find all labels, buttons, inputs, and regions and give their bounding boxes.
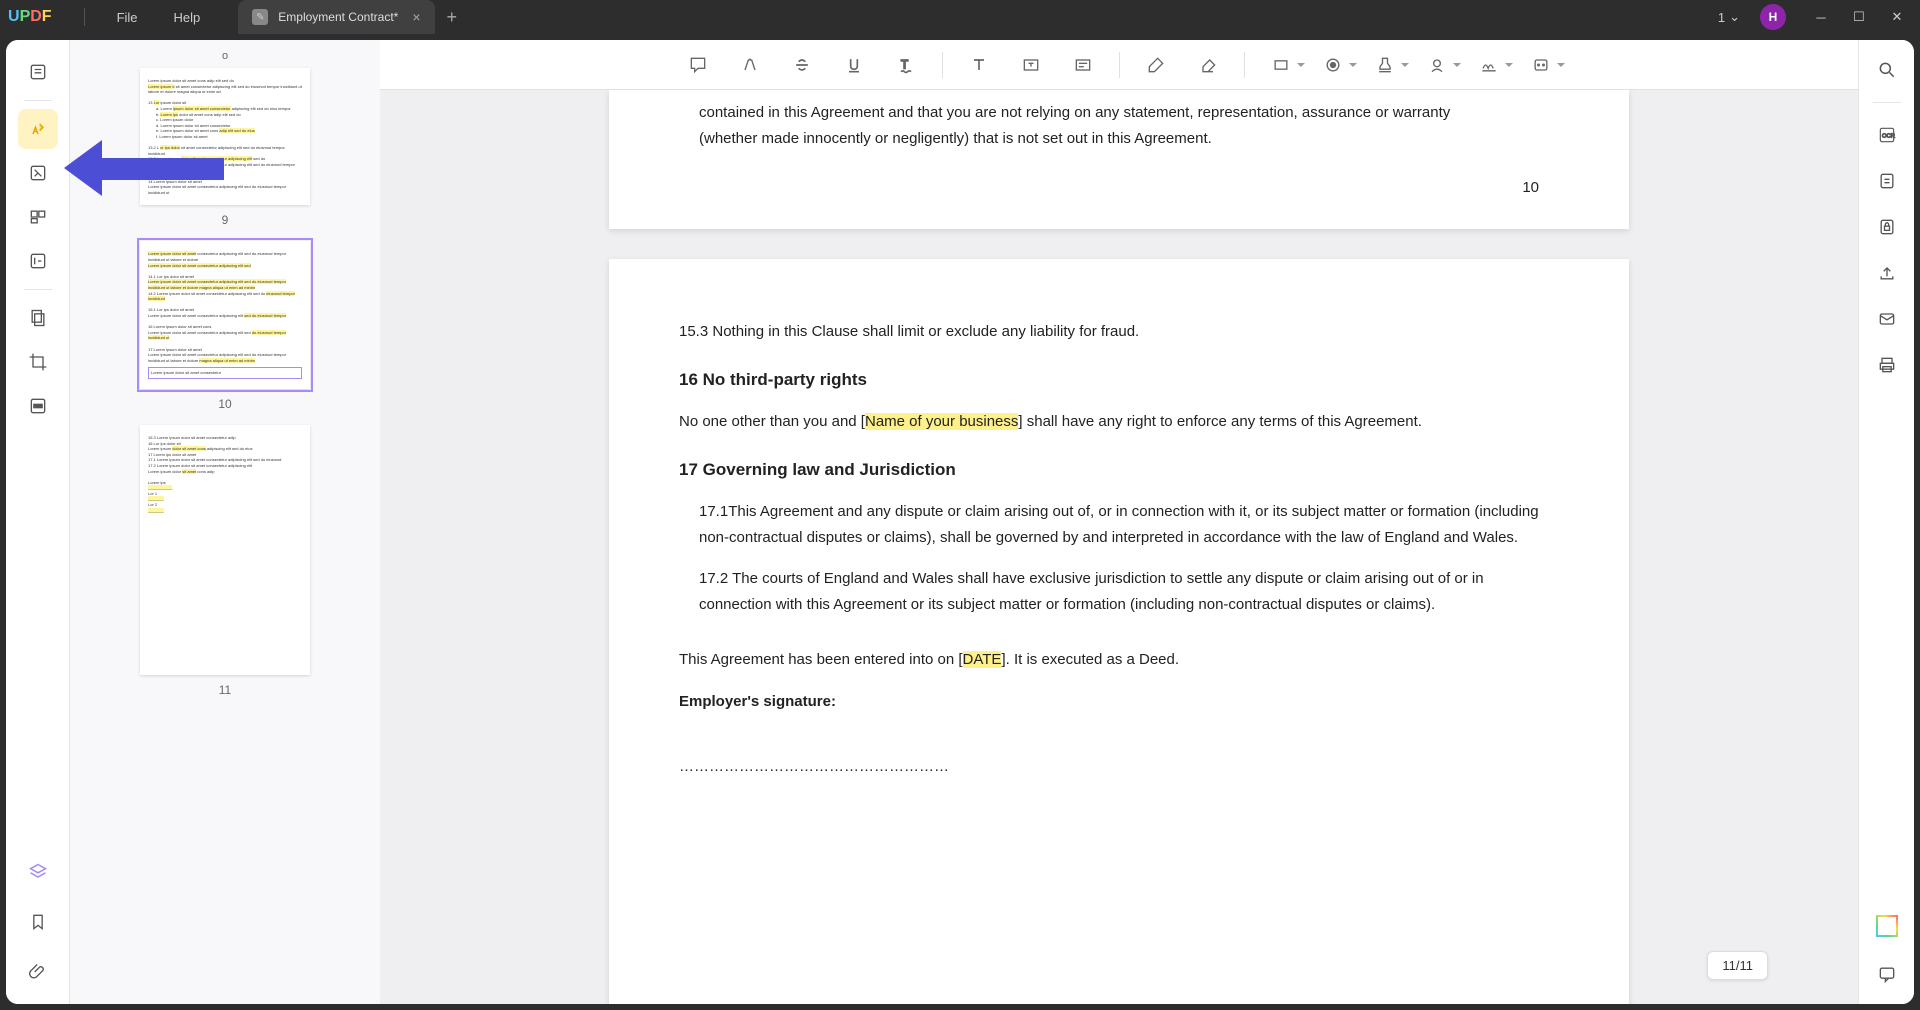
organize-tool[interactable] (18, 197, 58, 237)
thumbnail-11[interactable]: 15.3 Lorem ipsum dolor sit amet consecte… (70, 425, 380, 697)
divider (84, 8, 85, 26)
form-tool[interactable] (18, 241, 58, 281)
left-toolbar (6, 40, 70, 1004)
svg-text:T: T (901, 58, 908, 71)
note-tool[interactable] (682, 49, 714, 81)
svg-text:OCR: OCR (1882, 134, 1895, 140)
chevron-down-icon: ⌄ (1729, 9, 1740, 25)
document-area[interactable]: T contained in this Agreement and that y… (380, 40, 1858, 1004)
signature-line: ……………………………………………… (679, 754, 1559, 780)
right-toolbar: OCR (1858, 40, 1914, 1004)
signature-label: Employer's signature: (679, 689, 1559, 715)
shape-tool[interactable] (1317, 49, 1349, 81)
heading-16: 16 No third-party rights (679, 366, 1559, 395)
user-avatar[interactable]: H (1760, 4, 1786, 30)
highlight-tool[interactable] (734, 49, 766, 81)
email-button[interactable] (1869, 301, 1905, 337)
clause-15-3: 15.3 Nothing in this Clause shall limit … (679, 319, 1559, 345)
redact-tool[interactable] (18, 386, 58, 426)
minimize-button[interactable]: ─ (1806, 2, 1836, 32)
print-button[interactable] (1869, 347, 1905, 383)
bookmark-button[interactable] (18, 902, 58, 942)
thumbnail-10[interactable]: Lorem ipsum dolor sit amet consectetur a… (70, 241, 380, 410)
close-button[interactable]: ✕ (1882, 2, 1912, 32)
signature-tool[interactable] (1473, 49, 1505, 81)
comment-tool[interactable] (18, 109, 58, 149)
add-tab-button[interactable]: + (447, 7, 458, 28)
document-tab[interactable]: ✎ Employment Contract* × (238, 0, 434, 34)
reader-tool[interactable] (18, 52, 58, 92)
heading-17: 17 Governing law and Jurisdiction (679, 456, 1559, 485)
share-button[interactable] (1869, 255, 1905, 291)
protect-button[interactable] (1869, 209, 1905, 245)
eraser-tool[interactable] (1192, 49, 1224, 81)
squiggly-tool[interactable]: T (890, 49, 922, 81)
chat-button[interactable] (1869, 956, 1905, 992)
titlebar: UPDF File Help ✎ Employment Contract* × … (0, 0, 1920, 34)
convert-button[interactable] (1869, 163, 1905, 199)
maximize-button[interactable]: ☐ (1844, 2, 1874, 32)
close-tab-button[interactable]: × (412, 9, 420, 25)
rectangle-tool[interactable] (1265, 49, 1297, 81)
attachment-tool[interactable] (1525, 49, 1557, 81)
para-16: No one other than you and [Name of your … (679, 409, 1559, 435)
thumb-partial-label: o (70, 50, 380, 62)
crop-tool[interactable] (18, 342, 58, 382)
annotation-arrow (64, 140, 224, 196)
sticker-tool[interactable] (1421, 49, 1453, 81)
para-dated: This Agreement has been entered into on … (679, 647, 1559, 673)
text-tool[interactable] (963, 49, 995, 81)
stamp-tool[interactable] (1369, 49, 1401, 81)
workspace: o Lorem ipsum dolor sit amet cons adip e… (6, 40, 1914, 1004)
search-button[interactable] (1869, 52, 1905, 88)
menu-help[interactable]: Help (174, 10, 201, 25)
ocr-button[interactable]: OCR (1869, 117, 1905, 153)
clause-17-2: 17.2 The courts of England and Wales sha… (679, 566, 1559, 617)
underline-tool[interactable] (838, 49, 870, 81)
page-indicator[interactable]: 11/11 (1707, 951, 1768, 980)
layers-button[interactable] (18, 852, 58, 892)
clause-17-1: 17.1This Agreement and any dispute or cl… (679, 499, 1559, 550)
annotation-toolbar: T (380, 40, 1858, 90)
tab-title: Employment Contract* (278, 10, 398, 24)
strikethrough-tool[interactable] (786, 49, 818, 81)
doc-icon: ✎ (252, 9, 268, 25)
ai-button[interactable] (1869, 908, 1905, 944)
page-number: 10 (679, 167, 1559, 209)
notification-count[interactable]: 1 ⌄ (1718, 9, 1740, 25)
pencil-tool[interactable] (1140, 49, 1172, 81)
edit-tool[interactable] (18, 153, 58, 193)
page-tool[interactable] (18, 298, 58, 338)
menu-file[interactable]: File (117, 10, 138, 25)
app-logo: UPDF (8, 8, 52, 26)
textbox-tool[interactable] (1015, 49, 1047, 81)
attachment-button[interactable] (18, 952, 58, 992)
callout-tool[interactable] (1067, 49, 1099, 81)
page-10-tail: contained in this Agreement and that you… (609, 90, 1629, 229)
page-11: 15.3 Nothing in this Clause shall limit … (609, 259, 1629, 1005)
